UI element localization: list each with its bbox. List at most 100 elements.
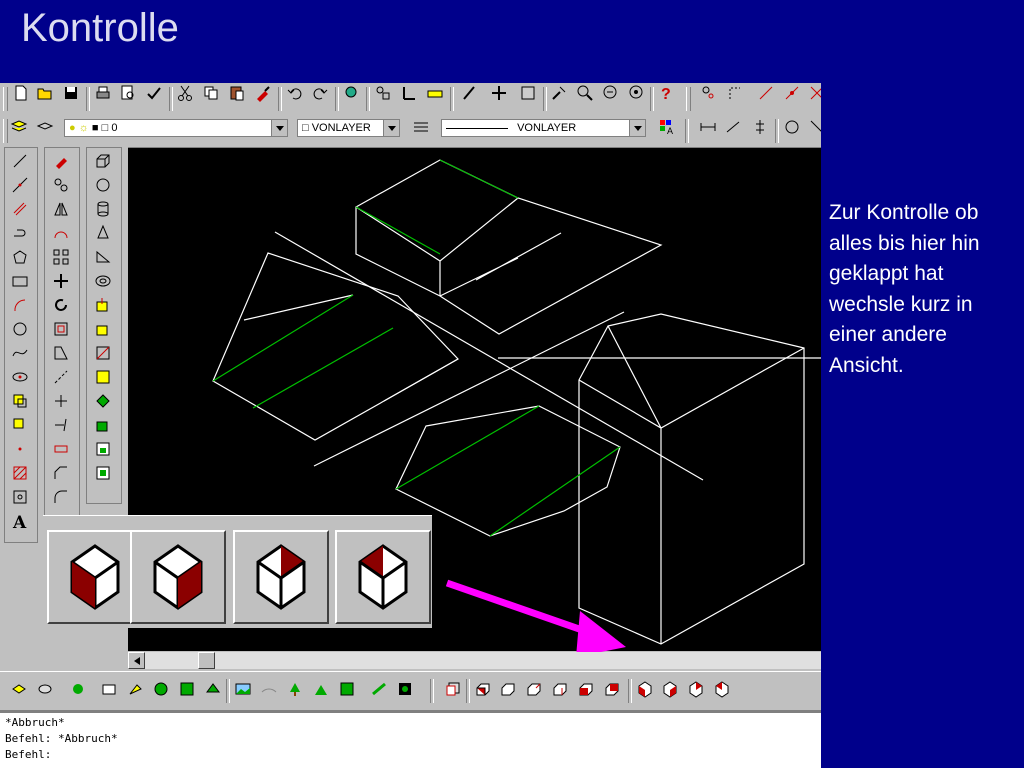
zoom-realtime-icon[interactable] [548, 83, 570, 104]
layers-icon[interactable] [8, 116, 30, 138]
scroll-left-icon[interactable] [128, 652, 145, 669]
insert-block-icon[interactable] [8, 390, 32, 412]
linetype-combo[interactable]: VONLAYER [441, 119, 646, 137]
scroll-thumb[interactable] [198, 652, 215, 669]
match-properties-icon[interactable] [252, 83, 274, 104]
multiline-icon[interactable] [8, 198, 32, 220]
view-left-icon[interactable] [523, 678, 545, 700]
3d-pan-icon[interactable] [806, 116, 821, 138]
color-combo[interactable]: □ VONLAYER [297, 119, 400, 137]
move-icon[interactable] [49, 270, 73, 292]
offset-icon[interactable] [49, 222, 73, 244]
open-icon[interactable] [34, 83, 56, 104]
setup-view-icon[interactable] [91, 438, 115, 460]
zoom-window-icon[interactable] [574, 83, 596, 104]
view-nw-iso-icon[interactable] [711, 678, 733, 700]
extrude-icon[interactable] [91, 294, 115, 316]
statistics-icon[interactable] [310, 678, 332, 700]
view-top-icon[interactable] [472, 678, 494, 700]
object-snap-icon[interactable] [372, 83, 394, 104]
revolve-icon[interactable] [91, 318, 115, 340]
render-icon[interactable] [8, 678, 30, 700]
help-icon[interactable]: ? [655, 83, 677, 104]
design-center-icon[interactable] [517, 83, 539, 104]
cut-icon[interactable] [174, 83, 196, 104]
snap-intersection-icon[interactable] [781, 83, 803, 104]
toolbar-grip[interactable] [3, 87, 8, 111]
snap-endpoint-icon[interactable] [724, 83, 746, 104]
point-icon[interactable] [8, 438, 32, 460]
make-block-icon[interactable] [8, 414, 32, 436]
dim-ordinate-icon[interactable] [749, 116, 771, 138]
shade-2d-wireframe-button[interactable] [47, 530, 143, 624]
undo-icon[interactable] [284, 83, 306, 104]
copy-icon[interactable] [200, 83, 222, 104]
cone-icon[interactable] [91, 222, 115, 244]
wedge-icon[interactable] [91, 246, 115, 268]
ucs-icon[interactable] [398, 83, 420, 104]
view-se-iso-icon[interactable] [659, 678, 681, 700]
spellcheck-icon[interactable] [143, 83, 165, 104]
slice-icon[interactable] [91, 342, 115, 364]
plot-style-icon[interactable]: A [656, 116, 678, 138]
break-icon[interactable] [49, 438, 73, 460]
view-bottom-icon[interactable] [497, 678, 519, 700]
shade-flat-button[interactable] [335, 530, 431, 624]
pan-icon[interactable] [488, 83, 510, 104]
mirror-icon[interactable] [49, 198, 73, 220]
erase-icon[interactable] [49, 150, 73, 172]
background-icon[interactable] [176, 678, 198, 700]
paste-icon[interactable] [226, 83, 248, 104]
chevron-down-icon[interactable] [629, 120, 645, 136]
shade-3d-wireframe-button[interactable] [130, 530, 226, 624]
hatch-icon[interactable] [8, 462, 32, 484]
spline-icon[interactable] [8, 342, 32, 364]
stretch-icon[interactable] [49, 342, 73, 364]
view-front-icon[interactable] [575, 678, 597, 700]
chevron-down-icon[interactable] [383, 120, 399, 136]
zoom-previous-icon[interactable] [600, 83, 622, 104]
line-icon[interactable] [8, 150, 32, 172]
properties-icon[interactable] [458, 83, 480, 104]
print-preview-icon[interactable] [117, 83, 139, 104]
multiline-text-icon[interactable]: A [8, 510, 32, 532]
insert-block-icon[interactable] [424, 83, 446, 104]
rectangle-icon[interactable] [8, 270, 32, 292]
dim-aligned-icon[interactable] [722, 116, 744, 138]
3d-orbit-icon[interactable] [781, 116, 803, 138]
render-preferences-icon[interactable] [368, 678, 390, 700]
construction-line-icon[interactable] [8, 174, 32, 196]
ellipse-icon[interactable] [8, 366, 32, 388]
mapping-icon[interactable] [150, 678, 172, 700]
copy-object-icon[interactable] [49, 174, 73, 196]
print-icon[interactable] [92, 83, 114, 104]
save-icon[interactable] [60, 83, 82, 104]
views-icon[interactable] [442, 678, 464, 700]
lengthen-icon[interactable] [49, 366, 73, 388]
command-prompt[interactable]: Befehl: [5, 747, 816, 763]
render-stats-icon[interactable] [394, 678, 416, 700]
scenes-icon[interactable] [34, 678, 56, 700]
linetype-manager-icon[interactable] [410, 116, 432, 138]
region-icon[interactable] [8, 486, 32, 508]
snap-apparent-icon[interactable] [806, 83, 821, 104]
zoom-extents-icon[interactable] [626, 83, 648, 104]
layer-combo[interactable]: ● ☼ ■ □ 0 [64, 119, 288, 137]
lights-icon[interactable] [67, 678, 89, 700]
polygon-icon[interactable] [8, 246, 32, 268]
trim-icon[interactable] [49, 390, 73, 412]
materials-icon[interactable] [98, 678, 120, 700]
torus-icon[interactable] [91, 270, 115, 292]
materials-library-icon[interactable] [124, 678, 146, 700]
chevron-down-icon[interactable] [271, 120, 287, 136]
horizontal-scrollbar[interactable] [128, 652, 821, 669]
view-right-icon[interactable] [549, 678, 571, 700]
command-line[interactable]: *Abbruch* Befehl: *Abbruch* Befehl: [0, 711, 821, 768]
landscape-library-icon[interactable] [284, 678, 306, 700]
view-sw-iso-icon[interactable] [634, 678, 656, 700]
polyline-icon[interactable] [8, 222, 32, 244]
fillet-icon[interactable] [49, 486, 73, 508]
shade-hidden-button[interactable] [233, 530, 329, 624]
view-ne-iso-icon[interactable] [685, 678, 707, 700]
section-icon[interactable] [91, 366, 115, 388]
